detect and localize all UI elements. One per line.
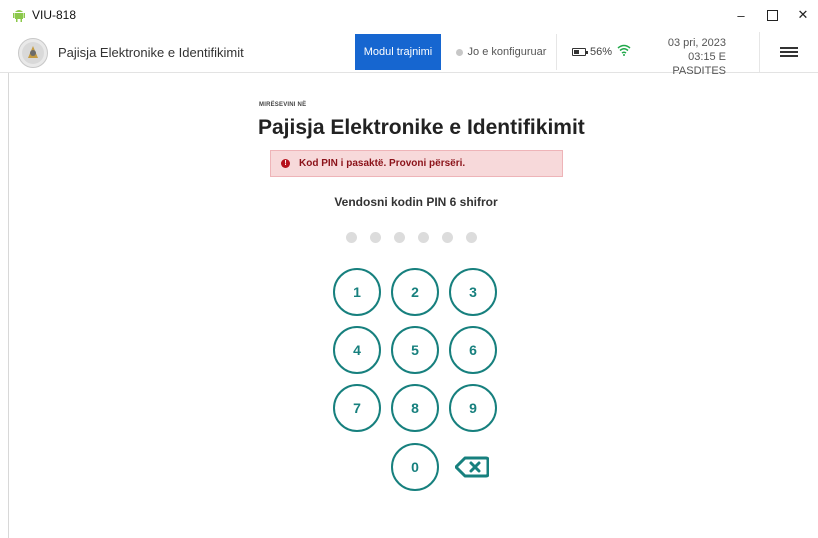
key-4-button[interactable]: 4 (333, 326, 381, 374)
android-icon (13, 10, 25, 22)
close-icon[interactable]: ✕ (788, 5, 818, 25)
key-1-button[interactable]: 1 (333, 268, 381, 316)
key-9-button[interactable]: 9 (449, 384, 497, 432)
date-display: 03 pri, 2023 (667, 37, 726, 49)
battery-level: 56% (590, 46, 613, 58)
menu-icon[interactable] (759, 32, 818, 72)
config-status: Jo e konfiguruar (446, 34, 557, 70)
app-name: Pajisja Elektronike e Identifikimit (58, 45, 244, 60)
window-title: VIU-818 (32, 8, 77, 22)
pin-dot (346, 232, 357, 243)
logo-icon (18, 38, 48, 68)
time-display: 03:15 E PASDITES (672, 51, 726, 77)
window-border (8, 30, 9, 538)
key-5-button[interactable]: 5 (391, 326, 439, 374)
key-2-button[interactable]: 2 (391, 268, 439, 316)
pin-dot (394, 232, 405, 243)
key-0-button[interactable]: 0 (391, 443, 439, 491)
error-alert: ! Kod PIN i pasaktë. Provoni përsëri. (270, 150, 563, 177)
pin-dot (370, 232, 381, 243)
pin-dot (466, 232, 477, 243)
pin-dot (442, 232, 453, 243)
config-status-label: Jo e konfiguruar (467, 46, 547, 58)
key-3-button[interactable]: 3 (449, 268, 497, 316)
pin-prompt: Vendosni kodin PIN 6 shifror (334, 195, 498, 209)
battery-icon (572, 48, 588, 56)
window-titlebar: VIU-818 – ✕ (0, 0, 818, 30)
status-dot-icon (455, 48, 463, 56)
key-6-button[interactable]: 6 (449, 326, 497, 374)
backspace-icon[interactable] (452, 454, 492, 480)
training-mode-button[interactable]: Modul trajnimi (355, 34, 441, 70)
wifi-icon (617, 44, 631, 56)
alert-message: Kod PIN i pasaktë. Provoni përsëri. (299, 158, 466, 169)
key-7-button[interactable]: 7 (333, 384, 381, 432)
pin-dot (418, 232, 429, 243)
page-title: Pajisja Elektronike e Identifikimit (258, 116, 585, 139)
welcome-label: MIRËSEVINI NË (259, 102, 307, 108)
maximize-icon[interactable] (757, 5, 787, 25)
alert-icon: ! (281, 159, 290, 168)
minimize-icon[interactable]: – (726, 5, 756, 25)
pin-indicator (346, 232, 477, 243)
key-8-button[interactable]: 8 (391, 384, 439, 432)
